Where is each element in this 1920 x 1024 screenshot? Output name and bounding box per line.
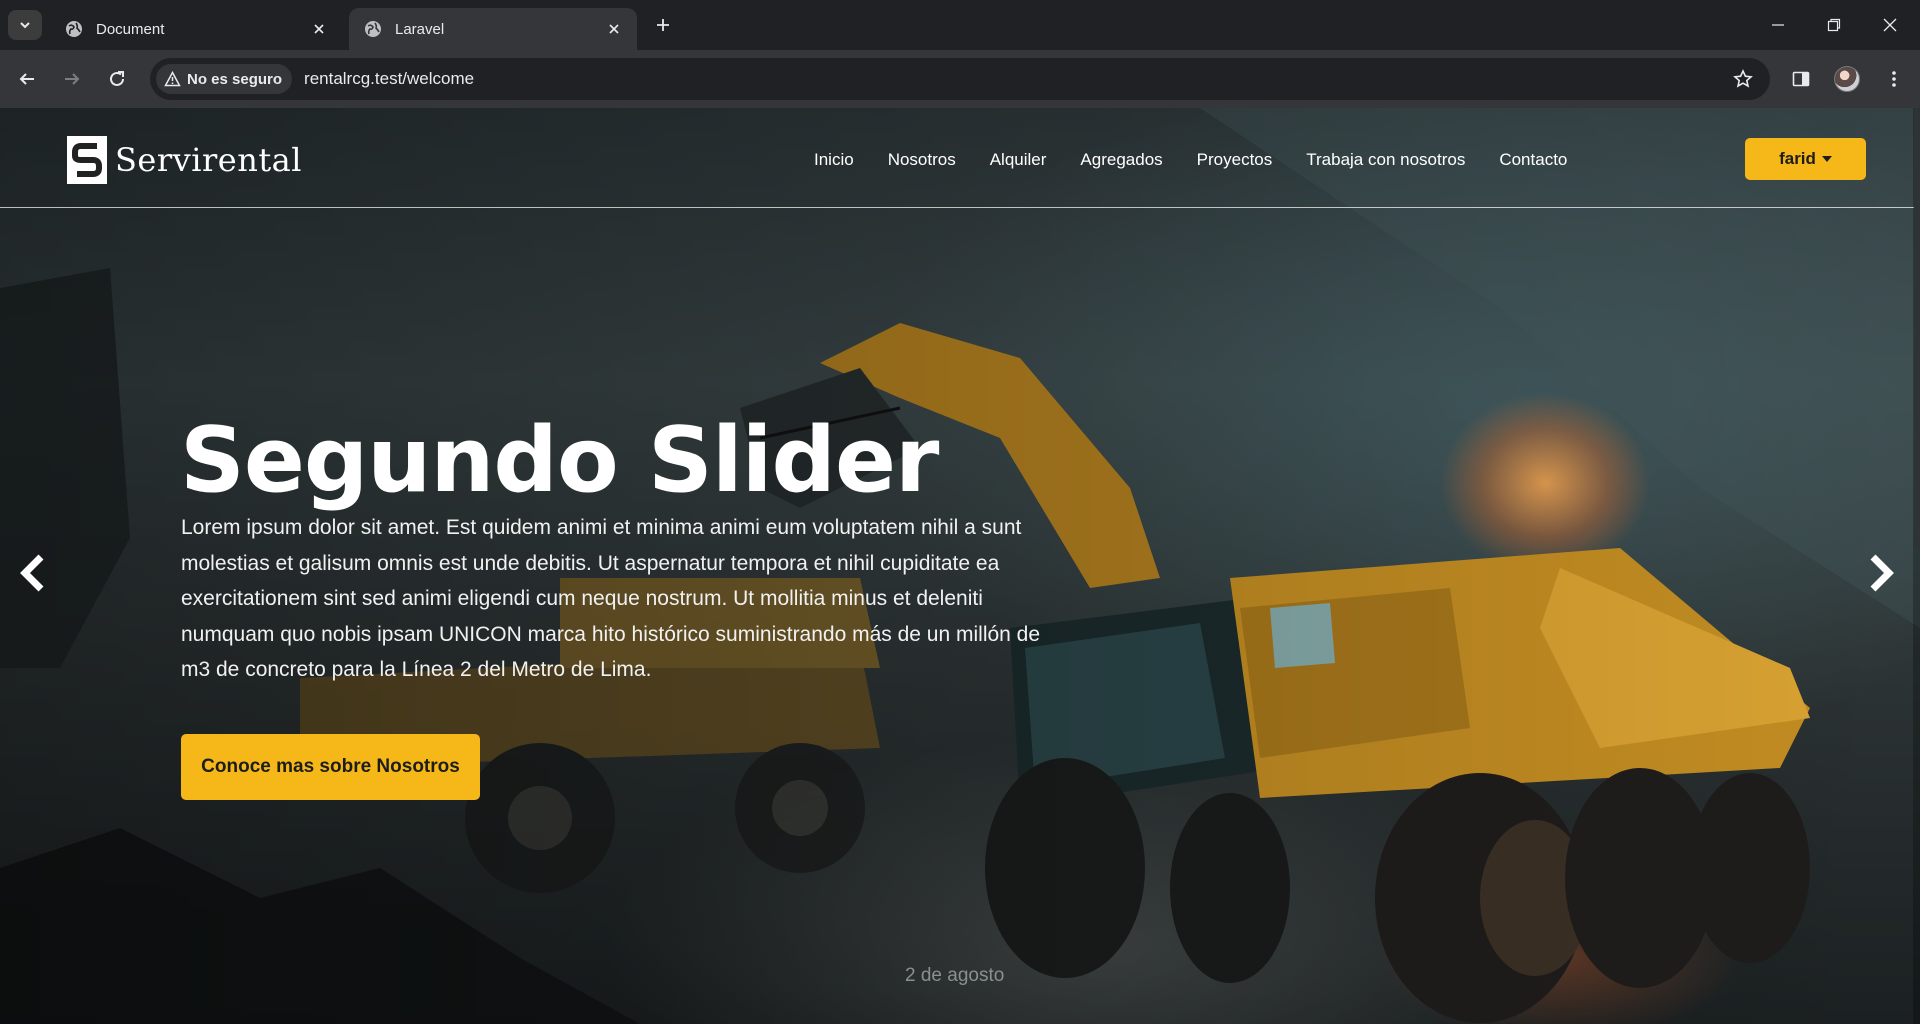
back-button[interactable]	[9, 61, 45, 97]
slide-description: Lorem ipsum dolor sit amet. Est quidem a…	[181, 516, 1041, 681]
globe-icon	[64, 19, 84, 39]
forward-icon	[65, 73, 80, 85]
new-tab-button[interactable]	[650, 12, 676, 38]
side-panel-button[interactable]	[1783, 61, 1819, 97]
carousel-next-button[interactable]	[1852, 543, 1912, 603]
reload-icon	[110, 71, 124, 86]
chevron-right-icon	[1870, 554, 1894, 592]
logo-text: Servirental	[115, 141, 302, 179]
nav-link-alquiler[interactable]: Alquiler	[990, 150, 1047, 170]
star-icon	[1733, 69, 1753, 88]
back-icon	[19, 73, 34, 85]
close-window-button[interactable]	[1862, 0, 1918, 50]
tab-title: Laravel	[395, 20, 445, 38]
close-icon[interactable]	[308, 18, 330, 40]
user-dropdown-button[interactable]: farid	[1745, 138, 1866, 180]
chevron-left-icon	[20, 554, 44, 592]
side-panel-icon	[1792, 71, 1810, 87]
security-label: No es seguro	[187, 70, 283, 88]
main-nav: Inicio Nosotros Alquiler Agregados Proye…	[814, 150, 1601, 170]
slide-date: 2 de agosto	[905, 965, 1005, 986]
logo-mark	[67, 136, 107, 184]
url-text[interactable]: rentalrcg.test/welcome	[304, 69, 474, 89]
restore-icon	[1827, 18, 1841, 32]
forward-button[interactable]	[54, 61, 90, 97]
page-scrollbar[interactable]	[1913, 108, 1920, 1024]
nav-link-nosotros[interactable]: Nosotros	[888, 150, 956, 170]
close-icon	[1883, 18, 1897, 32]
site-header: Servirental Inicio Nosotros Alquiler Agr…	[0, 108, 1914, 208]
scrollbar-thumb[interactable]	[1914, 108, 1920, 548]
slide-title: Segundo Slider	[180, 408, 939, 513]
security-chip[interactable]: No es seguro	[156, 64, 293, 94]
restore-button[interactable]	[1806, 0, 1862, 50]
about-us-button[interactable]: Conoce mas sobre Nosotros	[181, 734, 480, 800]
bookmark-button[interactable]	[1730, 66, 1756, 92]
caret-down-icon	[1821, 156, 1832, 162]
nav-link-contacto[interactable]: Contacto	[1499, 150, 1567, 170]
carousel-prev-button[interactable]	[2, 543, 62, 603]
browser-menu-button[interactable]	[1876, 61, 1912, 97]
nav-link-inicio[interactable]: Inicio	[814, 150, 854, 170]
nav-link-trabaja-con-nosotros[interactable]: Trabaja con nosotros	[1306, 150, 1465, 170]
menu-icon	[1892, 71, 1896, 87]
minimize-button[interactable]	[1750, 0, 1806, 50]
browser-tab-strip: Document Laravel	[0, 0, 1920, 50]
tab-search-button[interactable]	[8, 10, 42, 40]
tab-title: Document	[96, 20, 165, 38]
reload-button[interactable]	[99, 61, 135, 97]
avatar	[1834, 66, 1860, 92]
site-logo[interactable]: Servirental	[67, 136, 302, 184]
tab-document[interactable]: Document	[50, 8, 342, 50]
user-name: farid	[1779, 149, 1816, 168]
nav-link-agregados[interactable]: Agregados	[1080, 150, 1162, 170]
minimize-icon	[1772, 24, 1784, 26]
globe-icon	[363, 19, 383, 39]
nav-link-proyectos[interactable]: Proyectos	[1197, 150, 1273, 170]
chevron-down-icon	[20, 22, 30, 29]
tab-laravel[interactable]: Laravel	[349, 8, 637, 50]
profile-button[interactable]	[1829, 61, 1865, 97]
close-icon[interactable]	[603, 18, 625, 40]
plus-icon	[657, 19, 669, 31]
browser-toolbar: No es seguro rentalrcg.test/welcome	[0, 50, 1920, 108]
address-bar[interactable]: No es seguro rentalrcg.test/welcome	[150, 58, 1770, 100]
warning-icon	[164, 71, 181, 87]
page-viewport: Servirental Inicio Nosotros Alquiler Agr…	[0, 108, 1920, 1024]
